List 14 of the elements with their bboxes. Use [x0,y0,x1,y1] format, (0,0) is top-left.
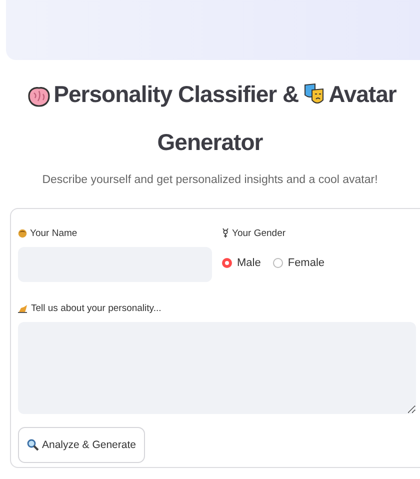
search-icon [27,439,39,451]
analyze-button[interactable]: Analyze & Generate [18,427,145,463]
gender-symbol-icon [222,228,229,238]
subtitle: Describe yourself and get personalized insights and a cool avatar! [41,174,379,186]
field-label: Your Name [30,228,78,238]
field-label: Tell us about your personality... [31,302,162,314]
title-text: Avatar [328,81,396,107]
radio-option[interactable]: Male [222,257,261,269]
title-text: Personality Classifier & [54,81,299,107]
personality-text-field[interactable] [18,322,416,414]
brain-icon [28,87,50,107]
field-label: Your Gender [232,228,286,238]
radio-option[interactable]: Female [272,257,325,269]
title-text: Generator [157,129,263,155]
